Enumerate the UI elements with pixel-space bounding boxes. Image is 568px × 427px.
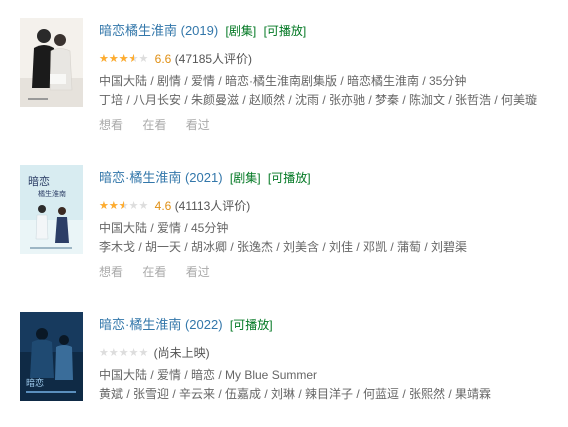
not-released-label: (尚未上映) [153,345,210,360]
search-result-item: 暗恋 橘生淮南 暗恋·橘生淮南 (2021) [剧集] [可播放] ★★★★★ … [0,160,568,280]
poster-image[interactable]: 暗恋 [20,312,83,401]
vote-count: (47185人评价) [174,51,253,66]
title-line: 暗恋橘生淮南 (2019) [剧集] [可播放] [99,19,559,43]
result-info: 暗恋·橘生淮南 (2021) [剧集] [可播放] ★★★★★ ★★★★★ 4.… [99,166,559,282]
rating-score: 4.6 [154,198,172,213]
star-icon: ★★★★★ [99,199,124,212]
result-cast: 李木戈 / 胡一天 / 胡冰卿 / 张逸杰 / 刘美含 / 刘佳 / 邓凯 / … [99,240,468,254]
watching-button[interactable]: 在看 [142,118,166,132]
tag-playable[interactable]: [可播放] [264,24,307,38]
result-meta: 中国大陆 / 爱情 / 45分钟 [99,221,229,235]
result-title-link[interactable]: 暗恋·橘生淮南 (2021) [99,170,223,185]
poster-image[interactable]: 暗恋 橘生淮南 [20,165,83,254]
result-actions: 想看 在看 看过 [99,115,559,135]
search-result-item: 暗恋 暗恋·橘生淮南 (2022) [可播放] ★★★★★ ★★★★★ (尚未上… [0,307,568,427]
tag-series[interactable]: [剧集] [226,24,257,38]
want-to-watch-button[interactable]: 想看 [99,265,123,279]
rating-stars: ★★★★★ ★★★★★ [99,347,148,359]
star-empty-icon: ★★★★★ [99,346,149,359]
result-cast: 丁培 / 八月长安 / 朱颜曼滋 / 赵顺然 / 沈雨 / 张亦驰 / 梦秦 /… [99,93,538,107]
rating-stars: ★★★★★ ★★★★★ [99,53,148,65]
rating-line: ★★★★★ ★★★★★ 6.6 (47185人评价) [99,47,559,69]
result-meta: 中国大陆 / 爱情 / 暗恋 / My Blue Summer [99,368,318,382]
poster-1-illustration [20,18,83,107]
result-info: 暗恋橘生淮南 (2019) [剧集] [可播放] ★★★★★ ★★★★★ 6.6… [99,19,559,135]
poster-3-illustration: 暗恋 [20,312,83,401]
rating-line: ★★★★★ ★★★★★ 4.6 (41113人评价) [99,194,559,216]
result-info: 暗恋·橘生淮南 (2022) [可播放] ★★★★★ ★★★★★ (尚未上映) … [99,313,559,404]
search-results-list: 暗恋橘生淮南 (2019) [剧集] [可播放] ★★★★★ ★★★★★ 6.6… [0,0,568,412]
result-cast: 黄斌 / 张雪迎 / 辛云来 / 伍嘉成 / 刘琳 / 辣目洋子 / 何蓝逗 /… [99,387,492,401]
star-icon: ★★★★★ [99,52,134,65]
result-title-link[interactable]: 暗恋橘生淮南 (2019) [99,23,218,38]
poster-image[interactable] [20,18,83,107]
svg-text:暗恋: 暗恋 [28,174,50,188]
result-actions: 想看 在看 看过 [99,262,559,282]
title-line: 暗恋·橘生淮南 (2022) [可播放] [99,313,559,337]
rating-line: ★★★★★ ★★★★★ (尚未上映) [99,341,559,363]
svg-text:暗恋: 暗恋 [26,377,44,389]
watching-button[interactable]: 在看 [142,265,166,279]
tag-series[interactable]: [剧集] [230,171,261,185]
search-result-item: 暗恋橘生淮南 (2019) [剧集] [可播放] ★★★★★ ★★★★★ 6.6… [0,13,568,133]
watched-button[interactable]: 看过 [186,265,210,279]
result-meta: 中国大陆 / 剧情 / 爱情 / 暗恋·橘生淮南剧集版 / 暗恋橘生淮南 / 3… [99,74,467,88]
svg-text:橘生淮南: 橘生淮南 [38,189,66,198]
tag-playable[interactable]: [可播放] [268,171,311,185]
tag-playable[interactable]: [可播放] [230,318,273,332]
poster-2-illustration: 暗恋 橘生淮南 [20,165,83,254]
title-line: 暗恋·橘生淮南 (2021) [剧集] [可播放] [99,166,559,190]
rating-score: 6.6 [154,51,172,66]
result-title-link[interactable]: 暗恋·橘生淮南 (2022) [99,317,223,332]
want-to-watch-button[interactable]: 想看 [99,118,123,132]
watched-button[interactable]: 看过 [186,118,210,132]
vote-count: (41113人评价) [174,198,251,213]
rating-stars: ★★★★★ ★★★★★ [99,200,148,212]
